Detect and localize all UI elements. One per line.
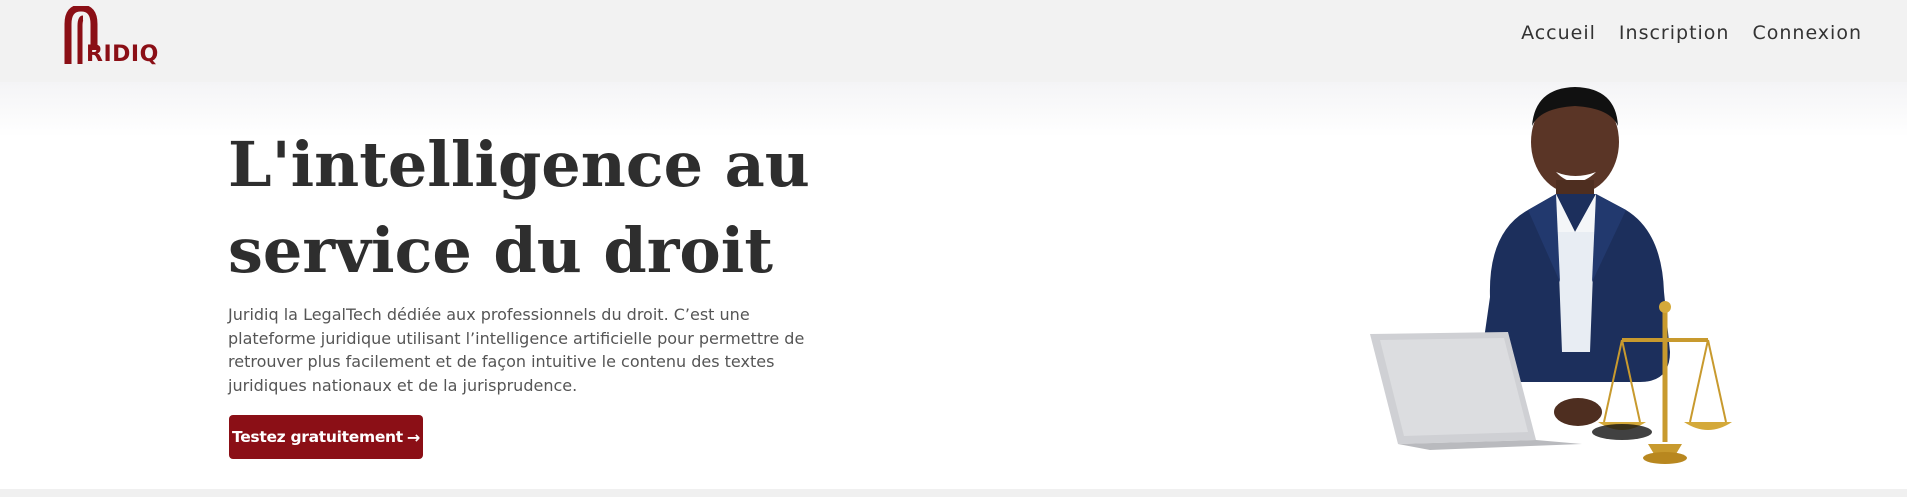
try-free-button[interactable]: Testez gratuitement → <box>229 415 423 459</box>
nav-inscription[interactable]: Inscription <box>1619 22 1730 44</box>
navbar: RIDIQ Accueil Inscription Connexion <box>0 0 1907 82</box>
nav-accueil[interactable]: Accueil <box>1521 22 1596 44</box>
hero-section: L'intelligence au service du droit Jurid… <box>0 82 1907 489</box>
hero-title: L'intelligence au service du droit <box>228 128 810 287</box>
lawyer-illustration <box>1370 87 1732 464</box>
arrow-right-icon: → <box>406 427 420 447</box>
hero-description: Juridiq la LegalTech dédiée aux professi… <box>228 305 805 395</box>
main-nav: Accueil Inscription Connexion <box>1521 22 1862 44</box>
nav-connexion[interactable]: Connexion <box>1752 22 1862 44</box>
try-free-label: Testez gratuitement <box>232 428 403 446</box>
footer-band <box>0 489 1907 497</box>
brand-logo-text: RIDIQ <box>86 42 159 67</box>
